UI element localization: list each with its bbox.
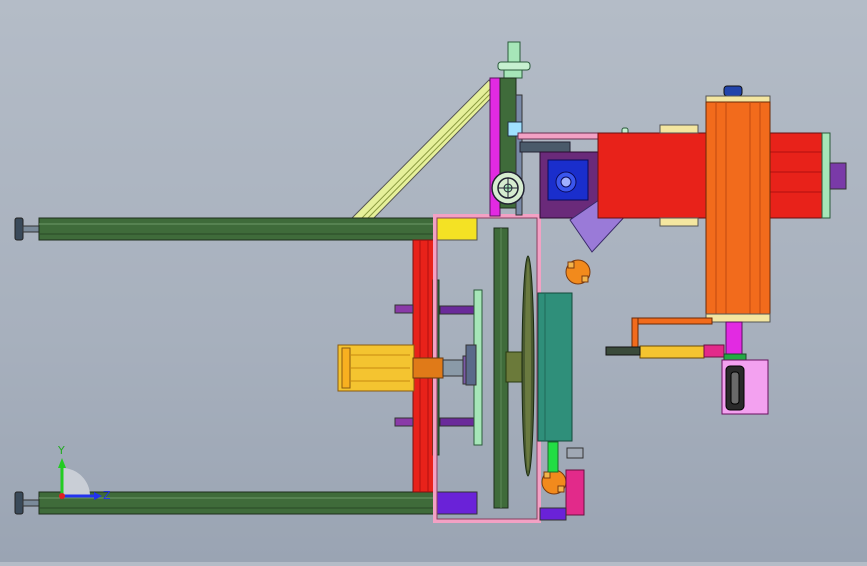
- upper-rail: [14, 217, 478, 241]
- teal-block: [537, 292, 573, 442]
- coordinate-triad: Y Z: [57, 444, 111, 502]
- servo-motor: [705, 85, 771, 357]
- x-axis-point: [59, 493, 65, 499]
- y-axis-arrowhead: [58, 458, 66, 468]
- gear-node-lower: [541, 469, 567, 495]
- z-axis-label: Z: [103, 489, 111, 502]
- assembly-drawing: Y Z: [14, 41, 847, 523]
- wheel-assembly: [493, 227, 535, 509]
- pneumatic-cylinder: [337, 344, 474, 392]
- junction-box: [721, 353, 769, 415]
- handwheel: [491, 171, 525, 205]
- triad-quadrant: [62, 468, 90, 496]
- cad-viewport[interactable]: Y Z: [0, 0, 867, 562]
- y-axis-label: Y: [57, 444, 65, 457]
- diagonal-brace: [348, 79, 498, 221]
- gear-node-upper: [565, 259, 591, 285]
- sensor-bracket: [605, 317, 725, 359]
